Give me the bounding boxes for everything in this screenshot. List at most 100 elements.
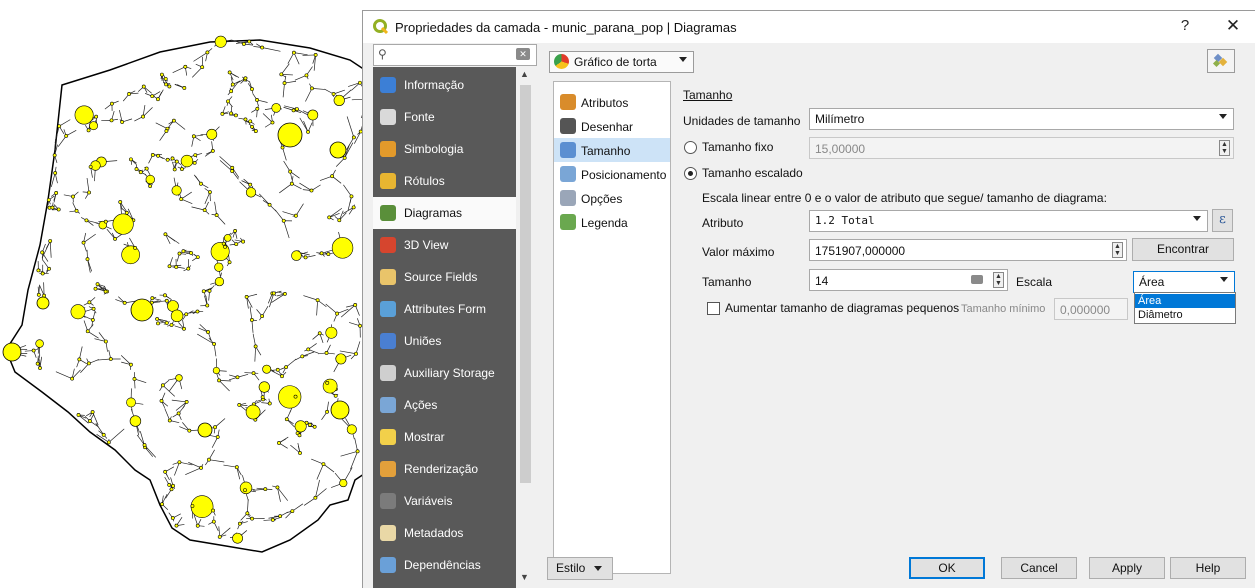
subtab-tamanho[interactable]: Tamanho bbox=[554, 138, 670, 162]
subtab-desenhar[interactable]: Desenhar bbox=[554, 114, 670, 138]
diagram-circle bbox=[352, 206, 355, 209]
max-value-text: 1751907,000000 bbox=[815, 244, 905, 258]
diagram-circle bbox=[206, 330, 209, 333]
diagram-circle bbox=[139, 171, 142, 174]
size-units-select[interactable]: Milímetro bbox=[809, 108, 1234, 130]
clear-field-icon[interactable] bbox=[971, 275, 983, 284]
diagram-circle bbox=[129, 363, 132, 366]
diagram-circle bbox=[306, 130, 309, 133]
max-value-input[interactable]: 1751907,000000 ▲▼ bbox=[809, 239, 1127, 261]
layer-style-button[interactable] bbox=[1207, 49, 1235, 73]
sidebar-item-simbologia[interactable]: Simbologia bbox=[373, 133, 516, 165]
diagram-circle bbox=[170, 323, 173, 326]
subtab-legenda[interactable]: Legenda bbox=[554, 210, 670, 234]
sidebar-item-fonte[interactable]: Fonte bbox=[373, 101, 516, 133]
diagram-circle bbox=[216, 435, 219, 438]
diagram-circle bbox=[151, 95, 154, 98]
sidebar-item-auxiliary-storage[interactable]: Auxiliary Storage bbox=[373, 357, 516, 389]
diagram-circle bbox=[213, 367, 220, 374]
ok-button[interactable]: OK bbox=[909, 557, 985, 579]
diagram-circle bbox=[305, 74, 308, 77]
scroll-down-icon[interactable]: ▼ bbox=[520, 572, 529, 582]
diagram-circle bbox=[134, 246, 137, 249]
scroll-up-icon[interactable]: ▲ bbox=[520, 69, 529, 79]
diagram-circle bbox=[107, 441, 110, 444]
sidebar-item-diagramas[interactable]: Diagramas bbox=[373, 197, 516, 229]
spin-icon[interactable]: ▲▼ bbox=[1219, 140, 1230, 156]
diagram-circle bbox=[94, 287, 97, 290]
sidebar-item-mostrar[interactable]: Mostrar bbox=[373, 421, 516, 453]
sidebar-item-attributes-form[interactable]: Attributes Form bbox=[373, 293, 516, 325]
sidebar-item-label: Diagramas bbox=[404, 206, 462, 220]
subtab-label: Desenhar bbox=[581, 120, 633, 134]
diagram-circle bbox=[314, 53, 317, 56]
sidebar-item-depend-ncias[interactable]: Dependências bbox=[373, 549, 516, 581]
attribute-select[interactable]: 1.2 Total bbox=[809, 210, 1208, 232]
diagram-circle bbox=[168, 85, 171, 88]
subtab-op-es[interactable]: Opções bbox=[554, 186, 670, 210]
cancel-button[interactable]: Cancel bbox=[1001, 557, 1077, 579]
scaled-size-radio[interactable] bbox=[684, 167, 697, 180]
min-size-input[interactable]: 0,000000 bbox=[1054, 298, 1128, 320]
display-icon bbox=[380, 429, 396, 445]
search-input[interactable]: ⚲ ✕ bbox=[373, 44, 537, 66]
spin-icon[interactable]: ▲▼ bbox=[1112, 242, 1123, 258]
style-menu-button[interactable]: Estilo bbox=[547, 557, 613, 580]
subtab-posicionamento[interactable]: Posicionamento bbox=[554, 162, 670, 186]
options-icon bbox=[560, 190, 576, 206]
scale-option[interactable]: Diâmetro bbox=[1135, 308, 1235, 322]
diagram-circle bbox=[180, 167, 183, 170]
subtab-atributos[interactable]: Atributos bbox=[554, 90, 670, 114]
close-icon[interactable]: ✕ bbox=[1223, 16, 1243, 36]
sidebar-item-r-tulos[interactable]: Rótulos bbox=[373, 165, 516, 197]
help-button[interactable]: Help bbox=[1170, 557, 1246, 579]
info-icon bbox=[380, 77, 396, 93]
scrollbar-thumb[interactable] bbox=[520, 85, 531, 483]
fixed-size-input[interactable]: 15,00000 ▲▼ bbox=[809, 137, 1234, 159]
scale-select[interactable]: Área bbox=[1133, 271, 1235, 293]
diagram-circle bbox=[85, 219, 88, 222]
diagram-circle bbox=[187, 267, 190, 270]
sidebar-item-3d-view[interactable]: 3D View bbox=[373, 229, 516, 261]
apply-button[interactable]: Apply bbox=[1089, 557, 1165, 579]
sidebar-item-uni-es[interactable]: Uniões bbox=[373, 325, 516, 357]
symbology-icon bbox=[380, 141, 396, 157]
increase-small-diagrams-checkbox[interactable] bbox=[707, 302, 720, 315]
diagram-circle bbox=[354, 303, 357, 306]
find-button[interactable]: Encontrar bbox=[1132, 238, 1234, 261]
sidebar-item-label: Auxiliary Storage bbox=[404, 366, 495, 380]
spin-icon[interactable]: ▲▼ bbox=[993, 272, 1004, 288]
sidebar-scrollbar[interactable]: ▲ ▼ bbox=[516, 67, 535, 588]
diagram-circle bbox=[228, 71, 231, 74]
diagram-circle bbox=[354, 352, 357, 355]
diagram-circle bbox=[294, 214, 297, 217]
expression-button[interactable]: ε bbox=[1212, 209, 1233, 232]
size-input[interactable]: 14 ▲▼ bbox=[809, 269, 1008, 291]
diagram-circle bbox=[331, 401, 349, 419]
map-canvas[interactable] bbox=[0, 0, 370, 587]
diagram-circle bbox=[207, 458, 210, 461]
diagram-circle bbox=[291, 510, 294, 513]
sidebar-item-a-es[interactable]: Ações bbox=[373, 389, 516, 421]
diagram-circle bbox=[221, 112, 224, 115]
sidebar-item-label: Fonte bbox=[404, 110, 435, 124]
diagram-circle bbox=[160, 399, 163, 402]
diagram-circle bbox=[75, 209, 78, 212]
diagram-circle bbox=[231, 166, 234, 169]
clear-search-icon[interactable]: ✕ bbox=[516, 48, 530, 60]
help-icon[interactable]: ? bbox=[1175, 17, 1195, 34]
diagram-circle bbox=[323, 379, 337, 393]
diagram-circle bbox=[192, 135, 195, 138]
fixed-size-radio[interactable] bbox=[684, 141, 697, 154]
sidebar-item-metadados[interactable]: Metadados bbox=[373, 517, 516, 549]
sidebar-item-vari-veis[interactable]: Variáveis bbox=[373, 485, 516, 517]
sidebar-item-informa-o[interactable]: Informação bbox=[373, 69, 516, 101]
subtab-label: Posicionamento bbox=[581, 168, 666, 182]
diagram-type-select[interactable]: Gráfico de torta bbox=[549, 51, 694, 73]
diagram-circle bbox=[211, 149, 214, 152]
diagram-circle bbox=[123, 301, 126, 304]
metadata-icon bbox=[380, 525, 396, 541]
sidebar-item-renderiza-o[interactable]: Renderização bbox=[373, 453, 516, 485]
sidebar-item-source-fields[interactable]: Source Fields bbox=[373, 261, 516, 293]
scale-option[interactable]: Área bbox=[1135, 294, 1235, 308]
